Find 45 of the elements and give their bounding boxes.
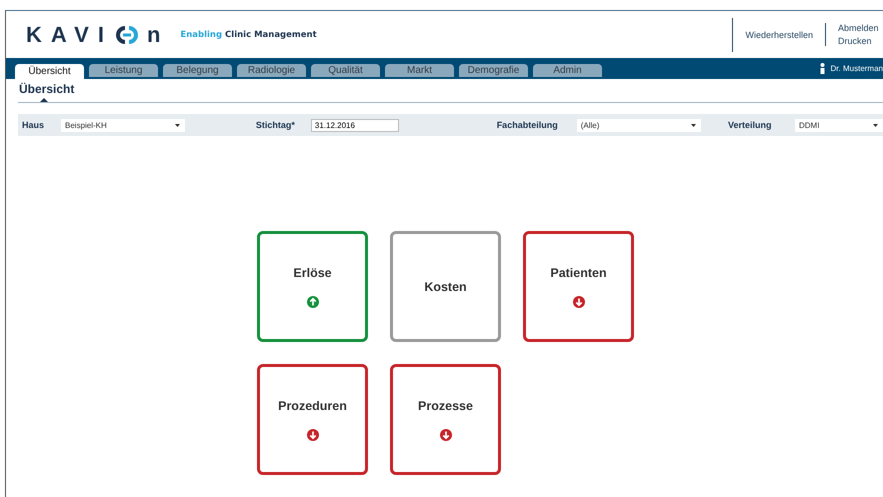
tab[interactable]: Leistung xyxy=(89,64,158,77)
logo-mark-icon xyxy=(116,26,138,44)
select-field[interactable]: Beispiel-KH xyxy=(61,118,185,132)
tile-label: Patienten xyxy=(550,266,607,280)
user-name[interactable]: Dr. Musterman xyxy=(830,64,883,73)
dropdown-arrow-icon xyxy=(873,124,878,126)
header-link[interactable]: Wiederherstellen xyxy=(732,18,825,52)
filter-label: Fachabteilung xyxy=(496,120,559,130)
user-icon xyxy=(820,63,825,74)
tab[interactable]: Markt xyxy=(385,64,454,77)
tab[interactable]: Qualität xyxy=(311,64,380,77)
tile-label: Prozesse xyxy=(418,398,473,412)
date-field[interactable]: 31.12.2016 xyxy=(310,118,399,132)
dropdown-arrow-icon xyxy=(690,124,696,126)
header-link[interactable]: Abmelden xyxy=(838,23,883,33)
kpi-tile[interactable]: Kosten xyxy=(390,231,501,342)
kpi-tile[interactable]: Prozesse xyxy=(390,364,501,475)
kpi-tile[interactable]: Erlöse xyxy=(257,231,368,342)
tab[interactable]: Admin xyxy=(533,64,602,77)
header-link[interactable]: Drucken xyxy=(838,36,883,46)
kpi-tile[interactable]: Prozeduren xyxy=(257,364,368,475)
tagline: Clinic Management xyxy=(225,30,317,40)
select-field[interactable]: DDMI xyxy=(795,118,883,132)
dropdown-arrow-icon xyxy=(175,124,180,126)
tab[interactable]: Übersicht xyxy=(15,64,84,79)
logo-text: n xyxy=(146,22,170,48)
kpi-tile[interactable]: Patienten xyxy=(523,231,634,342)
page-title: Übersicht xyxy=(18,82,74,96)
logo-text: KAVI xyxy=(26,22,113,48)
arrow-up-icon xyxy=(306,296,318,308)
arrow-down-icon xyxy=(306,428,318,440)
select-field[interactable]: (Alle) xyxy=(576,118,701,132)
tile-label: Prozeduren xyxy=(278,398,347,412)
filter-label: Verteilung xyxy=(728,120,773,130)
tile-label: Erlöse xyxy=(293,266,332,280)
tab[interactable]: Demografie xyxy=(459,64,528,77)
filter-label: Stichtag* xyxy=(256,120,296,130)
indicator-icon xyxy=(40,98,48,102)
arrow-down-icon xyxy=(572,296,584,308)
tab[interactable]: Belegung xyxy=(163,64,232,77)
filter-label: Haus xyxy=(22,120,46,130)
tagline-accent: Enabling xyxy=(180,30,222,40)
arrow-down-icon xyxy=(440,428,452,440)
tile-label: Kosten xyxy=(424,280,467,294)
tab[interactable]: Radiologie xyxy=(237,64,306,77)
